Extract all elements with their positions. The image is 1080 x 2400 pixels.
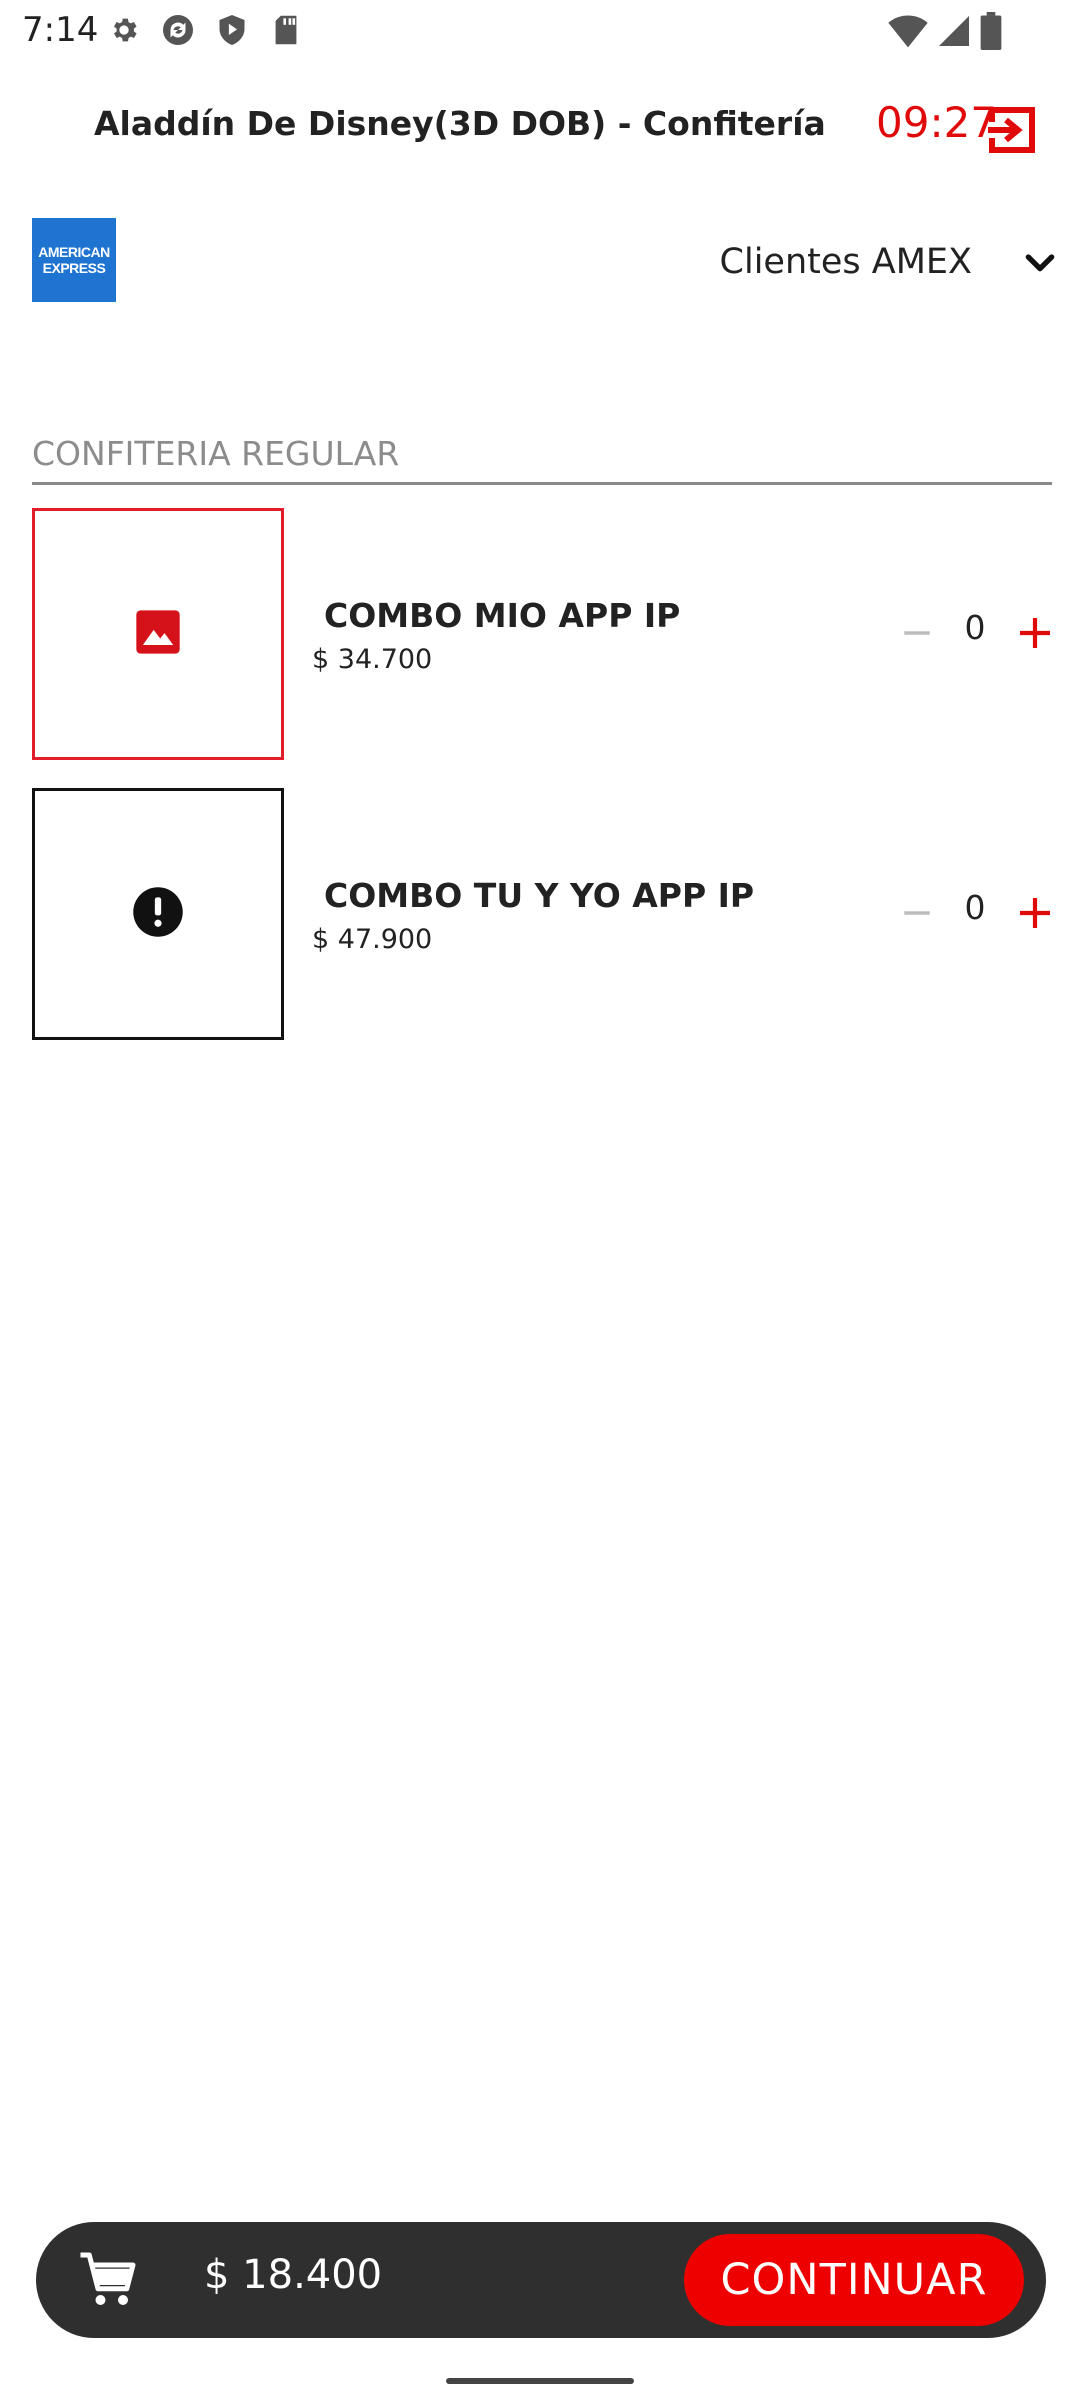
amex-logo: AMERICAN EXPRESS xyxy=(32,218,116,302)
gear-icon xyxy=(106,12,142,48)
product-thumbnail[interactable] xyxy=(32,788,284,1040)
product-name: COMBO TU Y YO APP IP xyxy=(324,876,755,915)
decrease-quantity-button[interactable] xyxy=(894,612,940,658)
minus-icon xyxy=(900,616,934,654)
plus-icon xyxy=(1017,895,1053,935)
error-icon xyxy=(131,885,185,943)
chevron-down-icon xyxy=(1020,242,1060,282)
continue-button[interactable]: CONTINUAR xyxy=(684,2234,1024,2326)
cart-icon[interactable] xyxy=(78,2250,138,2310)
section-divider xyxy=(32,482,1052,485)
decrease-quantity-button[interactable] xyxy=(894,892,940,938)
image-icon xyxy=(132,606,184,662)
wifi-icon xyxy=(888,13,928,53)
plus-icon xyxy=(1017,615,1053,655)
product-thumbnail[interactable] xyxy=(32,508,284,760)
product-price: $ 47.900 xyxy=(312,924,433,955)
shield-play-icon xyxy=(214,12,250,48)
status-time: 7:14 xyxy=(22,10,99,50)
product-item: COMBO MIO APP IP $ 34.700 0 xyxy=(32,508,1052,764)
cell-signal-icon xyxy=(936,13,972,53)
section-title: CONFITERIA REGULAR xyxy=(32,434,400,473)
exit-icon[interactable] xyxy=(984,104,1040,156)
product-price: $ 34.700 xyxy=(312,644,433,675)
amex-logo-line1: AMERICAN xyxy=(38,244,110,260)
card-type-label: Clientes AMEX xyxy=(719,242,972,282)
quantity-value: 0 xyxy=(964,608,986,647)
page-title: Aladdín De Disney(3D DOB) - Confitería xyxy=(94,104,826,143)
home-indicator[interactable] xyxy=(446,2378,634,2384)
minus-icon xyxy=(900,896,934,934)
status-right-icons xyxy=(888,12,1002,54)
increase-quantity-button[interactable] xyxy=(1012,892,1058,938)
amex-logo-line2: EXPRESS xyxy=(42,260,106,276)
status-left-icons xyxy=(106,12,304,48)
session-timer: 09:27 xyxy=(876,98,998,147)
card-type-dropdown[interactable]: Clientes AMEX xyxy=(660,232,1060,292)
sync-icon xyxy=(160,12,196,48)
increase-quantity-button[interactable] xyxy=(1012,612,1058,658)
status-bar: 7:14 xyxy=(0,0,1080,64)
sd-card-icon xyxy=(268,12,304,48)
quantity-value: 0 xyxy=(964,888,986,927)
product-name: COMBO MIO APP IP xyxy=(324,596,681,635)
product-item: COMBO TU Y YO APP IP $ 47.900 0 xyxy=(32,788,1052,1044)
cart-total: $ 18.400 xyxy=(204,2252,383,2298)
battery-icon xyxy=(980,12,1002,54)
